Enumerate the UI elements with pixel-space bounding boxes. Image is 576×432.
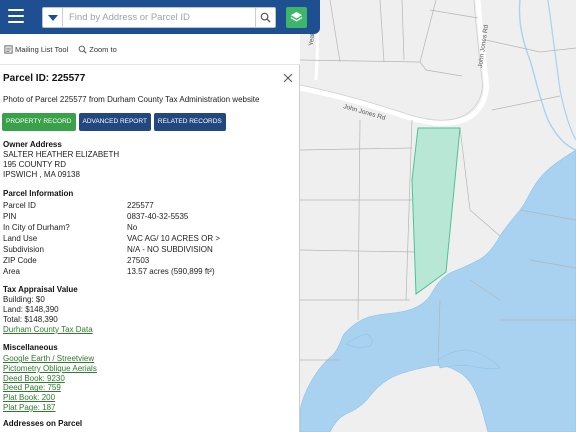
plat-book-link[interactable]: Plat Book: 200	[3, 393, 97, 403]
tax-building-value: Building: $0	[3, 295, 45, 304]
info-value: N/A - NO SUBDIVISION	[127, 245, 213, 254]
info-row-subdivision: Subdivision N/A - NO SUBDIVISION	[3, 244, 297, 255]
top-bar	[0, 0, 320, 34]
miscellaneous-heading: Miscellaneous	[3, 343, 58, 352]
mailing-list-tool-label: Mailing List Tool	[15, 44, 69, 54]
tax-appraisal-section: Tax Appraisal Value Building: $0 Land: $…	[3, 285, 93, 335]
tax-appraisal-heading: Tax Appraisal Value	[3, 285, 78, 294]
info-label: PIN	[3, 212, 17, 221]
info-row-zip: ZIP Code 27503	[3, 255, 297, 266]
search-box	[42, 7, 276, 28]
info-row-in-city: In City of Durham? No	[3, 222, 297, 233]
search-input[interactable]	[67, 8, 253, 27]
property-record-button[interactable]: PROPERTY RECORD	[2, 113, 76, 131]
google-earth-link[interactable]: Google Earth / Streetview	[3, 354, 97, 364]
info-value: 13.57 acres (590,899 ft²)	[127, 267, 215, 276]
owner-address-heading: Owner Address	[3, 140, 62, 149]
deed-book-link[interactable]: Deed Book: 9230	[3, 374, 97, 384]
owner-street: 195 COUNTY RD	[3, 160, 66, 169]
info-label: Parcel ID	[3, 201, 36, 210]
addresses-heading: Addresses on Parcel	[3, 419, 83, 428]
plat-page-link[interactable]: Plat Page: 187	[3, 403, 97, 413]
info-label: ZIP Code	[3, 256, 37, 265]
info-value: VAC AG/ 10 ACRES OR >	[127, 234, 220, 243]
parcel-info-panel: Parcel ID: 225577 Photo of Parcel 225577…	[0, 65, 300, 432]
chevron-down-icon	[47, 14, 58, 21]
related-records-button[interactable]: RELATED RECORDS	[153, 113, 226, 131]
owner-city: IPSWICH , MA 09138	[3, 170, 80, 179]
info-row-area: Area 13.57 acres (590,899 ft²)	[3, 266, 297, 277]
parcel-information-section: Parcel Information Parcel ID 225577 PIN …	[3, 189, 297, 277]
info-label: Subdivision	[3, 245, 44, 254]
parcel-information-heading: Parcel Information	[3, 189, 74, 198]
info-label: Land Use	[3, 234, 38, 243]
info-value: 27503	[127, 256, 150, 265]
search-type-dropdown[interactable]	[43, 8, 63, 27]
close-icon[interactable]	[283, 73, 293, 83]
panel-title: Parcel ID: 225577	[3, 73, 86, 84]
parcel-photo-link[interactable]: Photo of Parcel 225577 from Durham Count…	[3, 95, 259, 104]
layers-button[interactable]	[286, 7, 307, 28]
mailing-list-tool-button[interactable]: Mailing List Tool	[4, 45, 68, 54]
search-icon	[260, 12, 271, 23]
road-label-yeat: Yeat	[308, 33, 316, 47]
info-row-land-use: Land Use VAC AG/ 10 ACRES OR >	[3, 233, 297, 244]
info-value: 0837-40-32-5535	[127, 212, 189, 221]
tax-data-link[interactable]: Durham County Tax Data	[3, 325, 93, 335]
search-button[interactable]	[255, 8, 275, 27]
info-row-parcel-id: Parcel ID 225577	[3, 200, 297, 211]
info-value: No	[127, 223, 138, 232]
owner-address-section: Owner Address SALTER HEATHER ELIZABETH 1…	[3, 140, 119, 180]
miscellaneous-section: Miscellaneous Google Earth / Streetview …	[3, 343, 97, 413]
deed-page-link[interactable]: Deed Page: 759	[3, 383, 97, 393]
info-value: 225577	[127, 201, 154, 210]
layers-icon	[290, 11, 303, 22]
advanced-report-button[interactable]: ADVANCED REPORT	[78, 113, 151, 131]
panel-toolbar: Mailing List Tool Zoom to	[0, 34, 300, 65]
zoom-to-button[interactable]: Zoom to	[78, 45, 117, 54]
addresses-section: Addresses on Parcel	[3, 419, 82, 429]
info-row-pin: PIN 0837-40-32-5535	[3, 211, 297, 222]
info-label: In City of Durham?	[3, 223, 70, 232]
action-buttons: PROPERTY RECORD ADVANCED REPORT RELATED …	[2, 113, 229, 131]
zoom-icon	[78, 45, 87, 54]
zoom-to-label: Zoom to	[89, 44, 117, 54]
tax-land-value: Land: $148,390	[3, 305, 59, 314]
owner-name: SALTER HEATHER ELIZABETH	[3, 150, 120, 159]
info-label: Area	[3, 267, 20, 276]
pictometry-link[interactable]: Pictometry Oblique Aerials	[3, 364, 97, 374]
hamburger-menu-icon[interactable]	[8, 9, 24, 23]
mailing-list-icon	[4, 44, 13, 54]
tax-total-value: Total: $148,390	[3, 315, 58, 324]
